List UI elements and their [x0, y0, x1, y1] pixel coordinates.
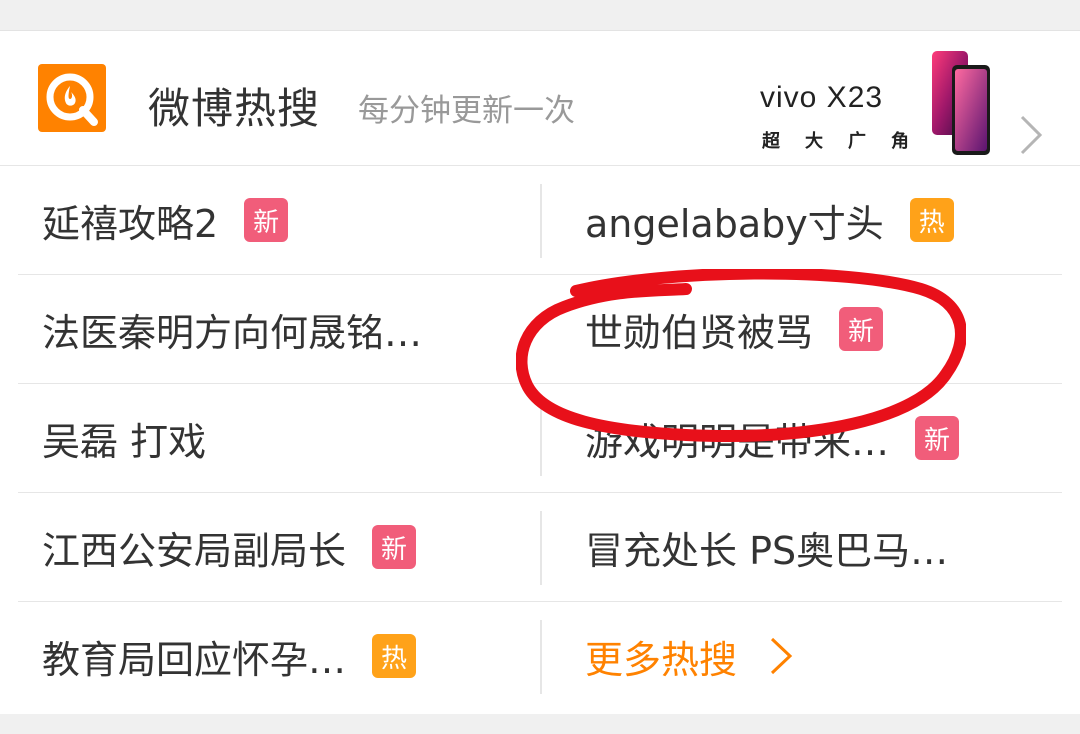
new-badge: 新: [244, 198, 289, 242]
chevron-right-icon: [770, 637, 793, 675]
hot-topic-item[interactable]: 世勋伯贤被骂 新: [585, 275, 1055, 383]
update-frequency-text: 每分钟更新一次: [358, 93, 575, 129]
hot-topic-item[interactable]: 江西公安局副局长 新: [42, 493, 532, 601]
column-divider: [540, 402, 542, 476]
topic-text: 冒充处长 PS奥巴马…: [585, 528, 949, 573]
hot-topic-item[interactable]: 游戏明明是带来… 新: [585, 384, 1055, 492]
hot-badge: 热: [909, 198, 954, 242]
ad-tagline: 超大广角: [762, 131, 934, 152]
column-divider: [540, 511, 542, 585]
table-row: 延禧攻略2 新 angelababy寸头 热: [18, 166, 1062, 275]
hot-search-grid: 延禧攻略2 新 angelababy寸头 热 法医秦明方向何晟铭… 世勋伯贤被骂…: [0, 166, 1080, 710]
topic-text: 延禧攻略2: [42, 201, 219, 246]
bottom-gap: [0, 714, 1080, 734]
hot-topic-item[interactable]: 法医秦明方向何晟铭…: [42, 275, 532, 383]
topic-text: 吴磊 打戏: [42, 419, 207, 464]
hot-search-header[interactable]: 微博热搜 每分钟更新一次 vivo X23 超大广角: [0, 31, 1080, 166]
new-badge: 新: [915, 416, 960, 460]
column-divider: [540, 184, 542, 258]
more-hot-search-label: 更多热搜: [585, 637, 738, 682]
more-hot-search-link[interactable]: 更多热搜: [585, 602, 1055, 710]
weibo-hot-search-icon: [38, 64, 106, 132]
hot-search-card: 微博热搜 每分钟更新一次 vivo X23 超大广角 延禧攻略2 新 angel…: [0, 30, 1080, 716]
new-badge: 新: [839, 307, 884, 351]
table-row: 吴磊 打戏 游戏明明是带来… 新: [18, 384, 1062, 493]
column-divider: [540, 620, 542, 694]
hot-topic-item[interactable]: 冒充处长 PS奥巴马…: [585, 493, 1055, 601]
topic-text: angelababy寸头: [585, 201, 884, 246]
hot-topic-item[interactable]: 吴磊 打戏: [42, 384, 532, 492]
table-row: 教育局回应怀孕… 热 更多热搜: [18, 602, 1062, 710]
topic-text: 教育局回应怀孕…: [42, 637, 347, 682]
hot-topic-item[interactable]: 延禧攻略2 新: [42, 166, 532, 274]
hot-badge: 热: [372, 634, 417, 678]
ad-brand: vivo X23: [760, 81, 884, 114]
phone-image: [930, 49, 992, 159]
chevron-right-icon[interactable]: [1018, 113, 1044, 157]
page-title: 微博热搜: [148, 84, 321, 133]
table-row: 江西公安局副局长 新 冒充处长 PS奥巴马…: [18, 493, 1062, 602]
hot-topic-item[interactable]: 教育局回应怀孕… 热: [42, 602, 532, 710]
table-row: 法医秦明方向何晟铭… 世勋伯贤被骂 新: [18, 275, 1062, 384]
hot-topic-item[interactable]: angelababy寸头 热: [585, 166, 1055, 274]
topic-text: 法医秦明方向何晟铭…: [42, 310, 423, 355]
topic-text: 游戏明明是带来…: [585, 419, 890, 464]
new-badge: 新: [372, 525, 417, 569]
topic-text: 世勋伯贤被骂: [585, 310, 814, 355]
sponsor-ad[interactable]: vivo X23 超大广角: [760, 81, 930, 161]
topic-text: 江西公安局副局长: [42, 528, 347, 573]
top-gap: [0, 0, 1080, 30]
